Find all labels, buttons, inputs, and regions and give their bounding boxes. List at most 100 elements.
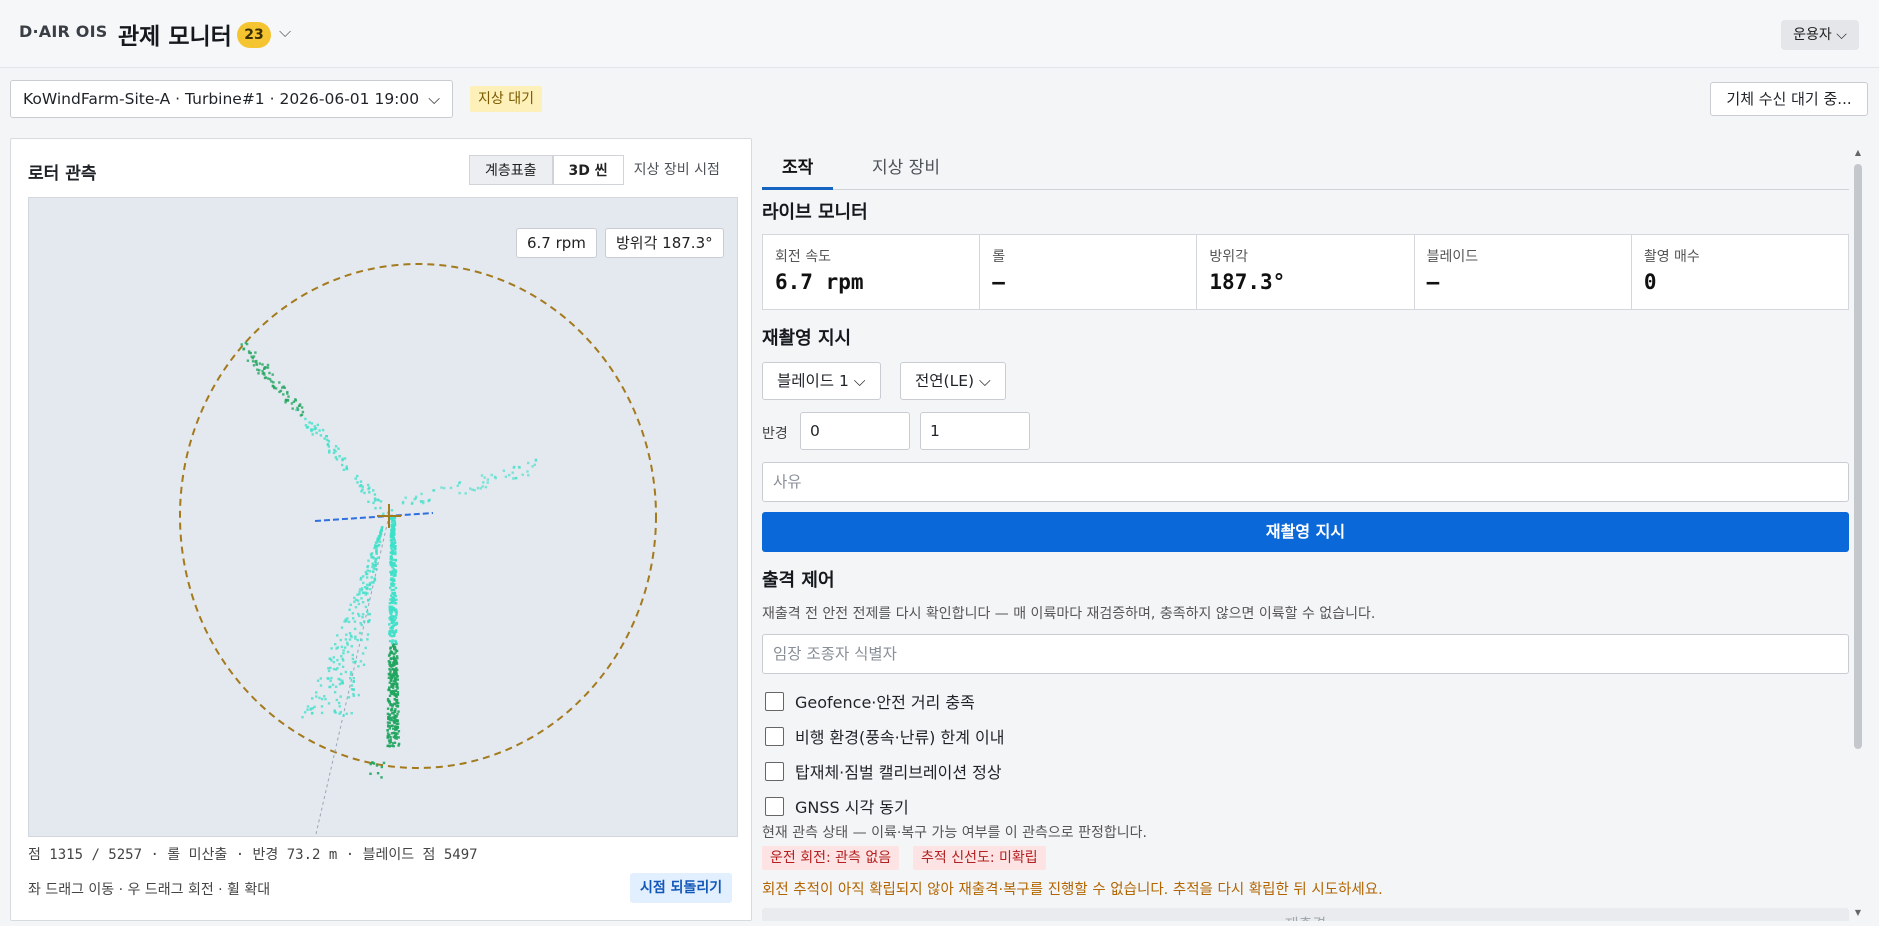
scroll-thumb[interactable] bbox=[1854, 164, 1862, 749]
point-cloud-dot bbox=[392, 542, 395, 545]
edge-select[interactable]: 전연(LE) ⌵ bbox=[900, 362, 1006, 400]
point-cloud-dot bbox=[327, 667, 330, 670]
aircraft-wait-button[interactable]: 기체 수신 대기 중... bbox=[1710, 82, 1868, 116]
point-cloud-dot bbox=[281, 386, 284, 389]
radius-from-input[interactable]: 0 bbox=[800, 412, 910, 450]
point-cloud-dot bbox=[390, 663, 393, 667]
point-cloud-dot bbox=[389, 578, 393, 581]
view-mode-layered[interactable]: 계층표출 bbox=[469, 155, 553, 185]
point-cloud-dot bbox=[252, 364, 256, 367]
point-cloud-dot bbox=[332, 667, 336, 671]
scrollbar[interactable]: ▲ ▼ bbox=[1853, 148, 1863, 918]
point-cloud-dot bbox=[257, 372, 260, 375]
point-cloud-dot bbox=[359, 660, 363, 663]
point-cloud-dot bbox=[251, 360, 255, 363]
point-cloud-dot bbox=[315, 695, 318, 698]
alert-count-badge[interactable]: 23 bbox=[237, 22, 271, 48]
scroll-up-icon[interactable]: ▲ bbox=[1853, 148, 1863, 157]
point-cloud-dot bbox=[386, 729, 389, 732]
point-cloud-dot bbox=[392, 712, 395, 715]
point-cloud-dot bbox=[380, 765, 383, 769]
3d-viewport[interactable]: 6.7 rpm 방위각 187.3° bbox=[28, 197, 738, 837]
view-mode-3d[interactable]: 3D 씬 bbox=[552, 155, 624, 185]
point-cloud-dot bbox=[390, 509, 394, 512]
point-cloud-dot bbox=[263, 376, 267, 380]
chevron-down-icon[interactable]: ⌵ bbox=[279, 22, 291, 42]
check-flight-env[interactable]: 비행 환경(풍속·난류) 한계 이내 bbox=[762, 724, 1004, 748]
point-cloud-dot bbox=[240, 343, 243, 346]
point-cloud-dot bbox=[387, 724, 390, 727]
checkbox[interactable] bbox=[765, 726, 784, 746]
tab-control[interactable]: 조작 bbox=[762, 152, 834, 190]
point-cloud-dot bbox=[366, 583, 369, 586]
point-cloud-dot bbox=[391, 716, 394, 719]
point-cloud-dot bbox=[390, 690, 393, 694]
tracking-status-tag: 추적 신선도: 미확립 bbox=[913, 846, 1046, 870]
point-cloud-dot bbox=[388, 623, 391, 626]
point-cloud-dot bbox=[388, 602, 392, 605]
point-cloud-dot bbox=[341, 679, 344, 682]
point-cloud-dot bbox=[392, 596, 395, 599]
ground-view-button[interactable]: 지상 장비 시점 bbox=[624, 155, 730, 185]
point-cloud-dot bbox=[377, 537, 380, 541]
chevron-down-icon: ⌵ bbox=[428, 90, 440, 108]
rpm-chip: 6.7 rpm bbox=[516, 228, 597, 258]
point-cloud-dot bbox=[393, 659, 396, 662]
blade-select[interactable]: 블레이드 1 ⌵ bbox=[762, 362, 881, 400]
point-cloud-dot bbox=[337, 677, 340, 681]
point-cloud-dot bbox=[340, 655, 343, 658]
point-cloud-dot bbox=[328, 685, 331, 689]
point-cloud-dot bbox=[367, 559, 370, 562]
point-cloud-dot bbox=[268, 371, 271, 375]
point-cloud-dot bbox=[395, 621, 399, 625]
point-cloud-dot bbox=[246, 359, 250, 362]
point-cloud-dot bbox=[370, 556, 373, 559]
monitor-cell-rpm: 회전 속도 6.7 rpm bbox=[763, 235, 981, 309]
reset-view-button[interactable]: 시점 되돌리기 bbox=[630, 873, 733, 903]
point-cloud-dot bbox=[321, 428, 325, 432]
point-cloud-dot bbox=[368, 583, 371, 587]
point-cloud-dot bbox=[327, 445, 331, 448]
checkbox[interactable] bbox=[765, 691, 784, 711]
point-cloud-dot bbox=[514, 477, 517, 480]
point-cloud-dot bbox=[359, 480, 363, 483]
relaunch-button[interactable]: 재출격 bbox=[762, 908, 1849, 921]
point-cloud-dot bbox=[394, 564, 397, 567]
point-cloud-dot bbox=[347, 696, 351, 699]
status-badge: 지상 대기 bbox=[470, 86, 542, 112]
reason-input[interactable]: 사유 bbox=[762, 462, 1849, 502]
checkbox[interactable] bbox=[765, 761, 784, 781]
point-cloud-dot bbox=[390, 709, 393, 712]
point-cloud-dot bbox=[336, 634, 339, 637]
check-gnss-sync[interactable]: GNSS 시각 동기 bbox=[762, 794, 909, 818]
check-geofence[interactable]: Geofence·안전 거리 충족 bbox=[762, 689, 975, 713]
point-cloud-dot bbox=[397, 736, 400, 739]
point-cloud-dot bbox=[397, 730, 401, 733]
point-cloud-dot bbox=[367, 483, 370, 487]
point-cloud-dot bbox=[348, 638, 352, 641]
point-cloud-dot bbox=[386, 707, 390, 710]
point-cloud-scene[interactable] bbox=[29, 198, 738, 837]
brand-logo: D·AIR OIS bbox=[19, 22, 108, 41]
point-cloud-dot bbox=[391, 621, 394, 625]
point-cloud-dot bbox=[361, 616, 364, 619]
point-cloud-dot bbox=[349, 603, 352, 606]
tab-ground-equipment[interactable]: 지상 장비 bbox=[852, 152, 960, 190]
point-cloud-dot bbox=[395, 668, 398, 671]
point-cloud-dot bbox=[391, 628, 394, 632]
check-gimbal-calibration[interactable]: 탑재체·짐벌 캘리브레이션 정상 bbox=[762, 759, 1002, 783]
checkbox[interactable] bbox=[765, 796, 784, 816]
reshoot-submit-button[interactable]: 재촬영 지시 bbox=[762, 512, 1849, 552]
point-cloud-dot bbox=[388, 733, 391, 737]
point-cloud-dot bbox=[255, 359, 258, 363]
point-cloud-dot bbox=[323, 437, 326, 440]
role-menu-button[interactable]: 운용자 ⌵ bbox=[1781, 20, 1859, 50]
session-select[interactable]: KoWindFarm-Site-A · Turbine#1 · 2026-06-… bbox=[10, 80, 453, 118]
scroll-down-icon[interactable]: ▼ bbox=[1853, 908, 1863, 917]
monitor-cell-azimuth: 방위각 187.3° bbox=[1197, 235, 1415, 309]
point-cloud-dot bbox=[350, 712, 353, 715]
radius-to-input[interactable]: 1 bbox=[920, 412, 1030, 450]
pilot-id-input[interactable]: 임장 조종자 식별자 bbox=[762, 634, 1849, 674]
point-cloud-dot bbox=[390, 547, 393, 550]
point-cloud-dot bbox=[395, 613, 398, 617]
